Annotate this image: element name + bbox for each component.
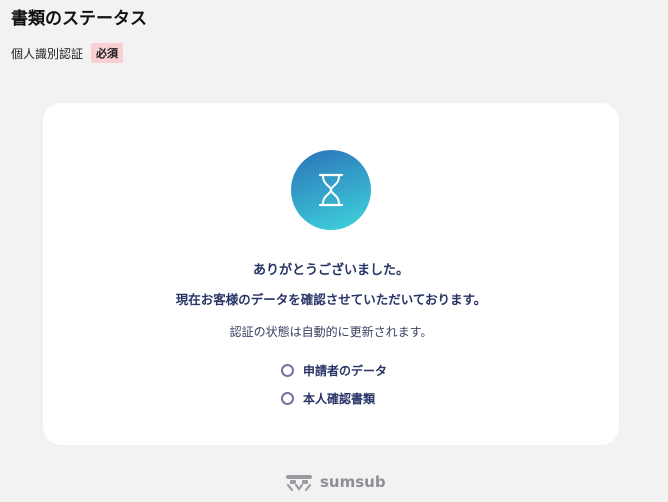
page-title: 書類のステータス <box>11 9 147 29</box>
brand-name: sumsub <box>320 473 386 491</box>
required-badge: 必須 <box>91 43 124 63</box>
step-label: 本人確認書類 <box>303 392 376 406</box>
requirement-row: 個人識別認証 必須 <box>11 43 124 63</box>
checking-message: 現在お客様のデータを確認させていただいております。 <box>175 292 487 307</box>
pending-circle-icon <box>281 364 294 377</box>
footer-brand: sumsub <box>284 472 386 492</box>
sumsub-logo-icon <box>286 475 312 492</box>
pending-circle-icon <box>281 392 294 405</box>
verification-steps: 申請者のデータ 本人確認書類 <box>281 362 387 407</box>
requirement-label: 個人識別認証 <box>11 46 84 61</box>
auto-update-message: 認証の状態は自動的に更新されます。 <box>229 325 433 339</box>
step-applicant-data: 申請者のデータ <box>281 362 387 379</box>
step-label: 申請者のデータ <box>303 364 388 378</box>
step-identity-document: 本人確認書類 <box>281 390 387 407</box>
thanks-message: ありがとうございました。 <box>252 263 409 278</box>
hourglass-glyph <box>318 173 344 207</box>
status-card: ありがとうございました。 現在お客様のデータを確認させていただいております。 認… <box>43 103 619 445</box>
hourglass-icon <box>291 150 371 230</box>
